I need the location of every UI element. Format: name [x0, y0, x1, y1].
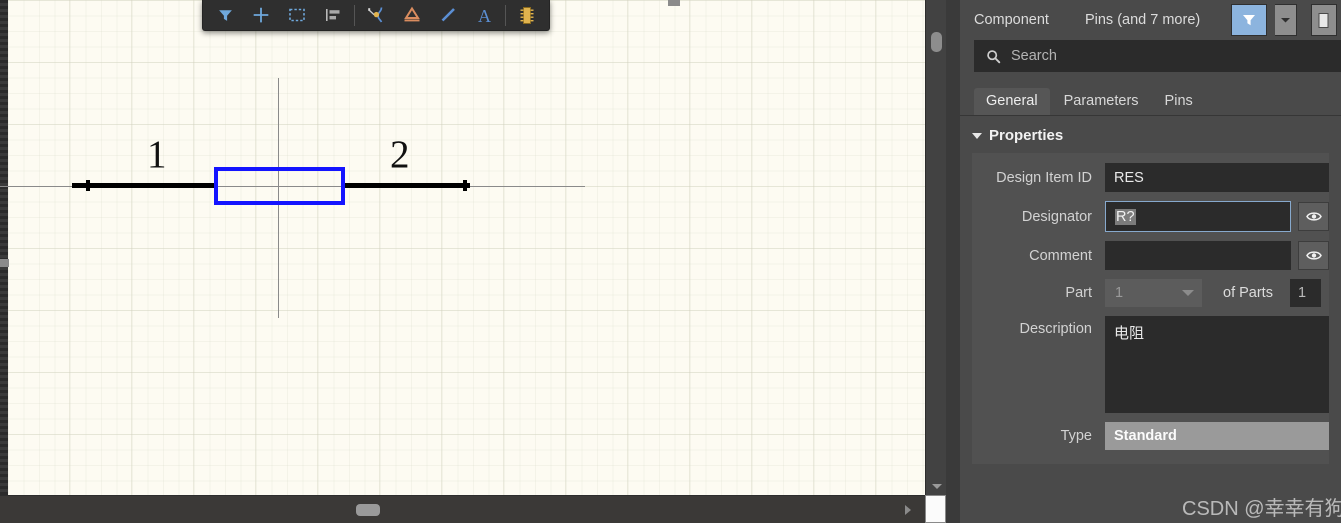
properties-section-header[interactable]: Properties — [960, 116, 1341, 153]
part-select[interactable]: 1 — [1105, 279, 1202, 307]
place-part-icon[interactable] — [509, 2, 545, 29]
part-label: Part — [1065, 285, 1092, 301]
place-text-icon[interactable]: A — [466, 2, 502, 29]
filter-icon[interactable] — [207, 2, 243, 29]
search-row: Search — [960, 40, 1341, 72]
chevron-down-icon-glyph — [1281, 18, 1290, 23]
panel-splitter[interactable] — [946, 0, 960, 523]
place-line-icon[interactable] — [430, 2, 466, 29]
filter-icon-glyph — [218, 9, 232, 21]
of-parts-value: 1 — [1289, 279, 1321, 307]
crosshair-icon[interactable] — [243, 2, 279, 29]
schematic-editor-window: 1 2 A Component Pins (and 7 more) Search… — [0, 0, 1341, 523]
scroll-right-arrow-icon[interactable] — [905, 505, 911, 515]
active-bar-toolbar[interactable]: A — [202, 0, 550, 31]
designator-input[interactable]: R? — [1105, 201, 1291, 232]
type-label: Type — [1060, 428, 1092, 444]
collapse-triangle-icon[interactable] — [972, 132, 982, 139]
part-select-value: 1 — [1115, 285, 1124, 301]
vertical-scrollbar-thumb[interactable] — [931, 32, 942, 52]
place-wire-icon[interactable] — [358, 2, 394, 29]
comment-label: Comment — [1029, 247, 1092, 264]
tab-parameters[interactable]: Parameters — [1051, 88, 1151, 115]
field-row-description: Description 电阻 — [972, 316, 1329, 413]
comment-input[interactable] — [1105, 241, 1291, 270]
canvas-left-rail — [0, 0, 8, 495]
type-control: Standard — [1105, 422, 1329, 450]
comment-visibility-eye-icon[interactable] — [1298, 241, 1329, 270]
pin-1-endpoint — [86, 180, 90, 191]
description-textarea[interactable]: 电阻 — [1105, 316, 1329, 413]
chevron-down-icon[interactable] — [1182, 290, 1194, 296]
field-row-designator: Designator R? — [972, 201, 1329, 232]
search-icon — [987, 49, 1001, 63]
comment-control — [1105, 241, 1329, 270]
eye-icon-glyph — [1305, 212, 1322, 221]
resistor-body-outline[interactable] — [214, 167, 345, 205]
place-net-label-icon[interactable] — [394, 2, 430, 29]
tab-pins[interactable]: Pins — [1152, 88, 1205, 115]
properties-panel: Component Pins (and 7 more) Search Gener… — [960, 0, 1341, 523]
field-row-part: Part 1 of Parts 1 — [972, 279, 1329, 307]
place-net-label-icon-glyph — [404, 6, 420, 22]
design-item-id-control: RES — [1105, 163, 1329, 192]
pin-2-lead — [344, 183, 470, 188]
scroll-down-arrow-icon[interactable] — [932, 484, 942, 489]
canvas-vertical-scrollbar[interactable] — [925, 0, 946, 495]
pin-1-lead — [72, 183, 217, 188]
panel-scope-label: Pins (and 7 more) — [1084, 12, 1201, 28]
designator-visibility-eye-icon[interactable] — [1298, 202, 1329, 231]
horizontal-scrollbar-thumb[interactable] — [356, 504, 380, 516]
part-control: 1 of Parts 1 — [1105, 279, 1329, 307]
properties-section-title: Properties — [989, 127, 1064, 144]
design-item-id-label: Design Item ID — [996, 169, 1092, 186]
chevron-down-icon[interactable] — [1275, 4, 1297, 36]
place-line-icon-glyph — [441, 8, 455, 22]
description-label: Description — [1019, 321, 1092, 337]
crosshair-icon-glyph — [253, 7, 269, 23]
align-icon[interactable] — [315, 2, 351, 29]
place-text-icon-glyph: A — [478, 6, 491, 25]
place-wire-icon-glyph — [367, 7, 382, 23]
pin-1-number: 1 — [147, 133, 167, 176]
place-part-icon-glyph — [520, 6, 534, 24]
designator-value-selected: R? — [1115, 208, 1136, 225]
canvas-left-marker — [0, 259, 9, 267]
panel-tabs: General Parameters Pins — [960, 72, 1341, 116]
schematic-canvas[interactable]: 1 2 — [0, 0, 960, 523]
pin-2-endpoint — [463, 180, 467, 191]
field-row-comment: Comment — [972, 241, 1329, 270]
filter-icon[interactable] — [1231, 4, 1267, 36]
field-row-design-item-id: Design Item ID RES — [972, 163, 1329, 192]
tab-general[interactable]: General — [974, 88, 1050, 115]
canvas-top-marker — [668, 0, 680, 6]
toolbar-separator-1 — [354, 4, 355, 26]
field-row-type: Type Standard — [972, 422, 1329, 450]
panel-header: Component Pins (and 7 more) — [960, 0, 1341, 40]
designator-control: R? — [1105, 201, 1329, 232]
select-area-icon-glyph — [289, 8, 305, 22]
properties-fields-group: Design Item ID RES Designator R? Comment… — [972, 153, 1329, 464]
eye-icon-glyph — [1305, 251, 1322, 260]
type-value[interactable]: Standard — [1105, 422, 1329, 450]
panel-object-type: Component — [974, 12, 1049, 28]
description-control: 电阻 — [1105, 316, 1329, 413]
toolbar-separator-2 — [505, 4, 506, 26]
filter-icon-glyph — [1243, 15, 1255, 26]
scrollbar-corner — [925, 495, 946, 523]
select-area-icon[interactable] — [279, 2, 315, 29]
of-parts-label: of Parts — [1223, 285, 1273, 301]
pin-2-number: 2 — [390, 133, 410, 176]
align-icon-glyph — [326, 9, 340, 21]
design-item-id-input[interactable]: RES — [1105, 163, 1329, 192]
canvas-horizontal-scrollbar[interactable] — [0, 495, 925, 523]
document-icon[interactable] — [1311, 4, 1337, 36]
search-input[interactable]: Search — [974, 40, 1341, 72]
designator-label: Designator — [1021, 208, 1092, 225]
svg-text:A: A — [478, 6, 491, 25]
document-icon-glyph — [1318, 12, 1329, 28]
search-placeholder-text: Search — [1011, 48, 1057, 64]
canvas-grid — [8, 0, 925, 495]
